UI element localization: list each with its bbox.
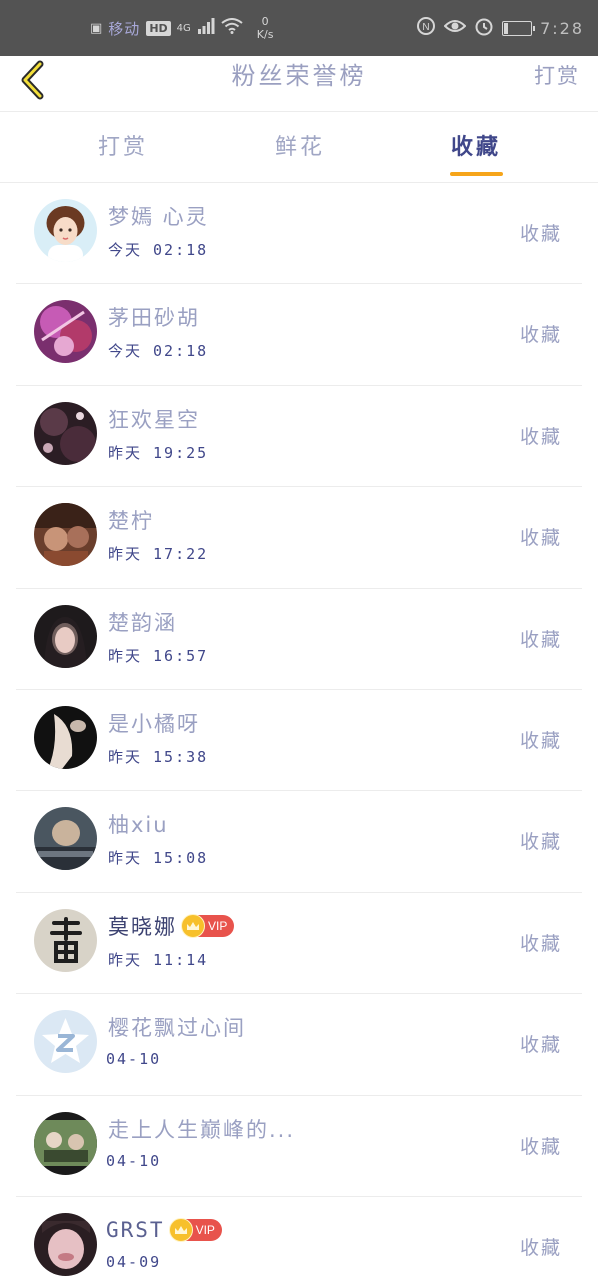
signal-icon: [197, 18, 215, 38]
vip-label: VIP: [208, 918, 228, 933]
fan-name: 是小橘呀: [108, 711, 200, 736]
fan-time: 昨天 15:08: [108, 849, 209, 868]
crown-icon: [168, 1217, 193, 1242]
fan-time: 昨天 19:25: [108, 443, 209, 462]
network-speed: 0 K/s: [257, 15, 274, 41]
avatar: [34, 300, 97, 364]
fan-status: 收藏: [519, 1034, 562, 1057]
fan-name: 莫晓娜: [108, 914, 177, 939]
fan-status: 收藏: [519, 831, 562, 854]
list-item[interactable]: 楚韵涵 昨天 16:57 收藏: [0, 589, 598, 690]
avatar: [34, 401, 97, 465]
name-line: 走上人生巅峰的...: [108, 1114, 295, 1144]
battery-fill: [504, 22, 509, 34]
vip-badge: VIP: [168, 1217, 222, 1242]
page-title: 粉丝荣誉榜: [231, 62, 367, 90]
clock: 7:28: [540, 18, 584, 38]
header: 粉丝荣誉榜 打赏: [0, 56, 598, 112]
name-line: 樱花飘过心间: [108, 1012, 246, 1042]
crown-icon: [181, 913, 205, 938]
speed-value: 0: [261, 15, 269, 28]
fan-name: 茅田砂胡: [108, 306, 200, 331]
avatar: [34, 807, 97, 871]
name-line: 楚韵涵: [108, 607, 177, 637]
fan-status: 收藏: [519, 324, 562, 347]
name-line: GRST VIP: [106, 1215, 222, 1245]
fan-status: 收藏: [519, 729, 562, 752]
hd-badge: HD: [146, 20, 171, 36]
active-tab-indicator: [450, 172, 503, 176]
avatar: [34, 705, 97, 769]
fan-name: 梦嫣 心灵: [108, 205, 209, 229]
name-line: 梦嫣 心灵: [108, 201, 209, 231]
list-item[interactable]: GRST VIP 04-09 收藏: [0, 1197, 598, 1280]
name-line: 是小橘呀: [108, 708, 200, 738]
battery-icon: [502, 20, 536, 36]
name-line: 柚xiu: [108, 809, 169, 839]
alarm-icon: [474, 16, 494, 40]
tab-flowers[interactable]: 鲜花: [240, 112, 360, 183]
avatar: [34, 199, 97, 262]
list-item[interactable]: 茅田砂胡 今天 02:18 收藏: [0, 284, 598, 386]
wifi-icon: [221, 18, 243, 38]
fan-time: 04-09: [106, 1252, 162, 1271]
fan-name: 楚韵涵: [108, 610, 177, 635]
svg-text:N: N: [422, 22, 429, 33]
name-line: 楚柠: [108, 505, 154, 535]
fan-time: 昨天 15:38: [108, 747, 209, 766]
fan-list: 梦嫣 心灵 今天 02:18 收藏 茅田砂胡 今天 02:18 收藏 狂欢星空 …: [0, 183, 598, 1280]
list-item[interactable]: 莫晓娜 VIP 昨天 11:14 收藏: [0, 893, 598, 995]
fan-time: 04-10: [106, 1050, 162, 1069]
fan-time: 昨天 11:14: [108, 950, 209, 969]
fan-time: 今天 02:18: [108, 241, 209, 259]
list-item[interactable]: 走上人生巅峰的... 04-10 收藏: [0, 1096, 598, 1197]
avatar: [34, 1111, 97, 1175]
list-item[interactable]: 楚柠 昨天 17:22 收藏: [0, 487, 598, 589]
avatar: [34, 503, 97, 567]
tab-reward[interactable]: 打赏: [63, 112, 183, 183]
fan-name: 樱花飘过心间: [108, 1016, 246, 1041]
fan-status: 收藏: [519, 425, 562, 448]
carrier-name: 移动: [108, 19, 141, 38]
fan-status: 收藏: [519, 628, 562, 651]
list-item[interactable]: 梦嫣 心灵 今天 02:18 收藏: [0, 183, 598, 285]
status-bar-left: ▣ 移动 HD 4G 0 K/s: [90, 0, 273, 56]
fan-name: 楚柠: [108, 509, 154, 534]
avatar: [34, 1010, 97, 1074]
avatar: [34, 1212, 97, 1276]
eye-icon: [443, 18, 467, 38]
fan-status: 收藏: [519, 1135, 562, 1158]
fan-time: 今天 02:18: [108, 342, 209, 361]
fan-time: 04-10: [106, 1151, 162, 1170]
nfc-icon: N: [416, 16, 436, 40]
list-item[interactable]: 樱花飘过心间 04-10 收藏: [0, 994, 598, 1096]
fan-name: GRST: [106, 1217, 165, 1242]
fan-time: 昨天 17:22: [108, 545, 209, 564]
fan-name: 柚xiu: [108, 813, 169, 838]
vip-badge: VIP: [181, 913, 235, 938]
vip-label: VIP: [195, 1222, 215, 1237]
avatar: [34, 908, 97, 972]
name-line: 狂欢星空: [108, 404, 200, 434]
speed-unit: K/s: [256, 28, 274, 41]
status-bar: ▣ 移动 HD 4G 0 K/s N 7:28: [0, 0, 598, 56]
network-type: 4G: [176, 22, 191, 34]
status-bar-right: N 7:28: [416, 0, 584, 56]
fan-status: 收藏: [519, 527, 562, 550]
reward-button[interactable]: 打赏: [534, 56, 580, 96]
fan-time: 昨天 16:57: [108, 646, 209, 665]
fan-status: 收藏: [519, 223, 562, 245]
tab-bar: 打赏 鲜花 收藏: [0, 112, 598, 183]
fan-name: 狂欢星空: [108, 407, 200, 432]
name-line: 莫晓娜 VIP: [108, 911, 235, 941]
list-item[interactable]: 狂欢星空 昨天 19:25 收藏: [0, 386, 598, 488]
name-line: 茅田砂胡: [108, 302, 200, 332]
avatar: [34, 604, 97, 668]
list-item[interactable]: 是小橘呀 昨天 15:38 收藏: [0, 690, 598, 792]
list-item[interactable]: 柚xiu 昨天 15:08 收藏: [0, 791, 598, 893]
sim-icon: ▣: [90, 20, 103, 36]
fan-name: 走上人生巅峰的...: [108, 1117, 296, 1142]
fan-status: 收藏: [519, 932, 562, 955]
fan-status: 收藏: [519, 1236, 562, 1259]
